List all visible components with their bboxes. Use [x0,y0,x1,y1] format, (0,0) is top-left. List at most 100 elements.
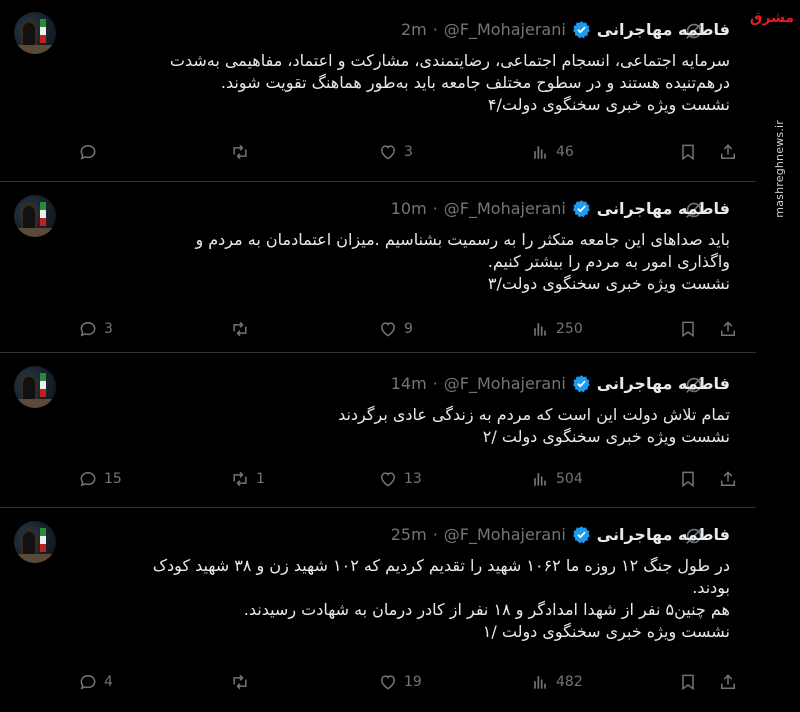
retweet-count: 1 [256,471,265,487]
like-button[interactable]: 19 [378,672,422,692]
timestamp[interactable]: 14m [391,374,427,393]
bookmark-button[interactable] [678,319,698,339]
avatar[interactable] [14,12,56,54]
tweet-actions: 3 46 [78,142,738,164]
retweet-icon [233,471,247,487]
view-count: 482 [556,674,583,690]
views-button[interactable]: 46 [530,142,574,162]
share-icon [721,471,735,486]
tweet-line: سرمایه اجتماعی، انسجام اجتماعی، رضایتمند… [169,51,730,70]
retweet-button[interactable] [230,142,256,162]
reply-button[interactable]: 3 [78,319,113,339]
like-button[interactable]: 3 [378,142,413,162]
reply-icon [80,321,96,337]
views-button[interactable]: 250 [530,319,583,339]
share-icon [721,321,735,336]
reply-icon [80,674,96,690]
reply-icon [80,144,96,160]
share-icon [721,144,735,159]
tweet[interactable]: فاطمه مهاجرانی @F_Mohajerani · 2m سرمایه… [0,0,756,182]
view-count: 46 [556,144,574,160]
heart-icon [380,322,396,337]
like-count: 19 [404,674,422,690]
timestamp[interactable]: 10m [391,199,427,218]
tweet-line: نشست ویژه خبری سخنگوی دولت/۴ [487,95,730,114]
analytics-icon [534,473,546,486]
tweet[interactable]: فاطمه مهاجرانی @F_Mohajerani · 25m در طو… [0,509,756,712]
views-button[interactable]: 504 [530,469,583,489]
separator-dot: · [432,20,438,39]
tweet[interactable]: فاطمه مهاجرانی @F_Mohajerani · 14m تمام … [0,354,756,508]
share-icon [721,674,735,689]
avatar[interactable] [14,521,56,563]
tweet-actions: 15 1 13 504 [78,469,738,491]
share-button[interactable] [718,319,738,339]
separator-dot: · [432,374,438,393]
display-name[interactable]: فاطمه مهاجرانی [597,199,730,218]
avatar[interactable] [14,366,56,408]
watermark-url: mashreghnews.ir [773,120,786,218]
user-handle[interactable]: @F_Mohajerani [444,374,566,393]
tweet-line: هم چنین۵ نفر از شهدا امدادگر و ۱۸ نفر از… [243,600,730,619]
analytics-icon [534,146,546,159]
tweet-line: نشست ویژه خبری سخنگوی دولت /۲ [482,427,730,446]
tweet-header: فاطمه مهاجرانی @F_Mohajerani · 10m [391,199,730,218]
retweet-icon [233,321,247,337]
view-count: 504 [556,471,583,487]
like-count: 3 [404,144,413,160]
bookmark-icon [682,471,694,488]
share-button[interactable] [718,469,738,489]
retweet-button[interactable]: 1 [230,469,265,489]
bookmark-button[interactable] [678,469,698,489]
share-button[interactable] [718,142,738,162]
tweet-text: تمام تلاش دولت این است که مردم به زندگی … [90,404,730,448]
separator-dot: · [432,199,438,218]
tweet-header: فاطمه مهاجرانی @F_Mohajerani · 2m [401,20,730,39]
display-name[interactable]: فاطمه مهاجرانی [597,20,730,39]
like-button[interactable]: 9 [378,319,413,339]
tweet-line: نشست ویژه خبری سخنگوی دولت/۳ [487,274,730,293]
bookmark-button[interactable] [678,672,698,692]
tweet-actions: 4 19 482 [78,672,738,694]
reply-count: 3 [104,321,113,337]
timestamp[interactable]: 25m [391,525,427,544]
analytics-icon [534,676,546,689]
reply-button[interactable] [78,142,104,162]
retweet-button[interactable] [230,672,256,692]
bookmark-icon [682,144,694,161]
bookmark-button[interactable] [678,142,698,162]
user-handle[interactable]: @F_Mohajerani [444,199,566,218]
verified-badge-icon [572,20,591,39]
verified-badge-icon [572,525,591,544]
views-button[interactable]: 482 [530,672,583,692]
like-count: 9 [404,321,413,337]
watermark-strip: مشرق mashreghnews.ir [750,0,800,712]
heart-icon [380,472,396,487]
tweet-text: سرمایه اجتماعی، انسجام اجتماعی، رضایتمند… [90,50,730,116]
retweet-button[interactable] [230,319,256,339]
avatar[interactable] [14,195,56,237]
like-button[interactable]: 13 [378,469,422,489]
bookmark-icon [682,674,694,691]
reply-count: 15 [104,471,122,487]
separator-dot: · [432,525,438,544]
user-handle[interactable]: @F_Mohajerani [444,20,566,39]
tweet-line: نشست ویژه خبری سخنگوی دولت /۱ [482,622,730,641]
display-name[interactable]: فاطمه مهاجرانی [597,525,730,544]
timeline-feed: فاطمه مهاجرانی @F_Mohajerani · 2m سرمایه… [0,0,756,712]
reply-button[interactable]: 15 [78,469,122,489]
tweet-line: واگذاری امور به مردم را بیشتر کنیم. [487,252,730,271]
like-count: 13 [404,471,422,487]
tweet-header: فاطمه مهاجرانی @F_Mohajerani · 14m [391,374,730,393]
reply-button[interactable]: 4 [78,672,113,692]
tweet-text: در طول جنگ ۱۲ روزه ما ۱۰۶۲ شهید را تقدیم… [90,555,730,643]
share-button[interactable] [718,672,738,692]
display-name[interactable]: فاطمه مهاجرانی [597,374,730,393]
tweet-line: تمام تلاش دولت این است که مردم به زندگی … [338,405,730,424]
reply-count: 4 [104,674,113,690]
user-handle[interactable]: @F_Mohajerani [444,525,566,544]
verified-badge-icon [572,199,591,218]
timestamp[interactable]: 2m [401,20,427,39]
verified-badge-icon [572,374,591,393]
tweet[interactable]: فاطمه مهاجرانی @F_Mohajerani · 10m باید … [0,183,756,353]
